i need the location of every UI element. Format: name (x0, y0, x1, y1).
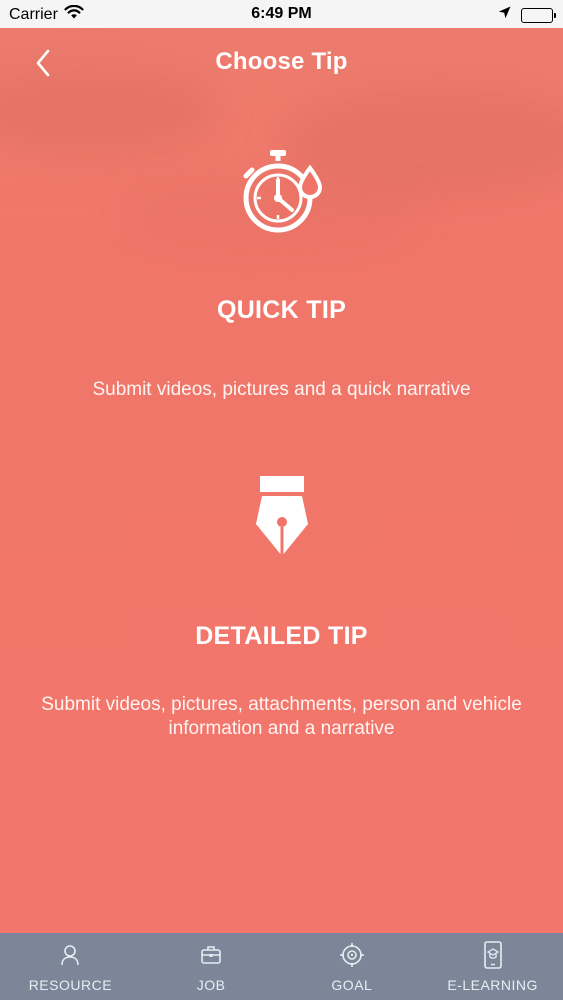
tab-e-learning[interactable]: E-LEARNING (422, 933, 563, 1000)
main-content: Choose Tip QUICK TIP Submit videos, pict… (0, 28, 563, 933)
status-bar: Carrier 6:49 PM (0, 0, 563, 28)
tab-goal[interactable]: GOAL (282, 933, 423, 1000)
quick-tip-description: Submit videos, pictures and a quick narr… (92, 379, 471, 400)
person-icon (60, 943, 80, 967)
stopwatch-drop-icon (0, 148, 563, 234)
tab-job[interactable]: JOB (141, 933, 282, 1000)
tab-label: JOB (196, 977, 226, 993)
quick-tip-option[interactable]: QUICK TIP Submit videos, pictures and a … (0, 138, 563, 438)
page-title: Choose Tip (215, 48, 348, 75)
status-right (498, 6, 556, 24)
tablet-graduation-icon (483, 941, 503, 969)
briefcase-icon (200, 943, 222, 967)
target-icon (339, 943, 364, 967)
detailed-tip-title: DETAILED TIP (195, 622, 368, 650)
fountain-pen-nib-icon (0, 474, 563, 560)
tab-resource[interactable]: RESOURCE (0, 933, 141, 1000)
tab-label: RESOURCE (28, 977, 113, 993)
tab-label: E-LEARNING (447, 977, 538, 993)
nav-header: Choose Tip (0, 28, 563, 98)
detailed-tip-description: Submit videos, pictures, attachments, pe… (41, 694, 522, 739)
location-arrow-icon (498, 6, 511, 24)
battery-icon (521, 7, 556, 23)
tab-label: GOAL (331, 977, 373, 993)
status-time: 6:49 PM (251, 5, 312, 22)
detailed-tip-option[interactable]: DETAILED TIP Submit videos, pictures, at… (0, 468, 563, 768)
quick-tip-title: QUICK TIP (216, 296, 347, 324)
tab-bar: RESOURCE JOB GOAL E-LEARNING (0, 933, 563, 1000)
